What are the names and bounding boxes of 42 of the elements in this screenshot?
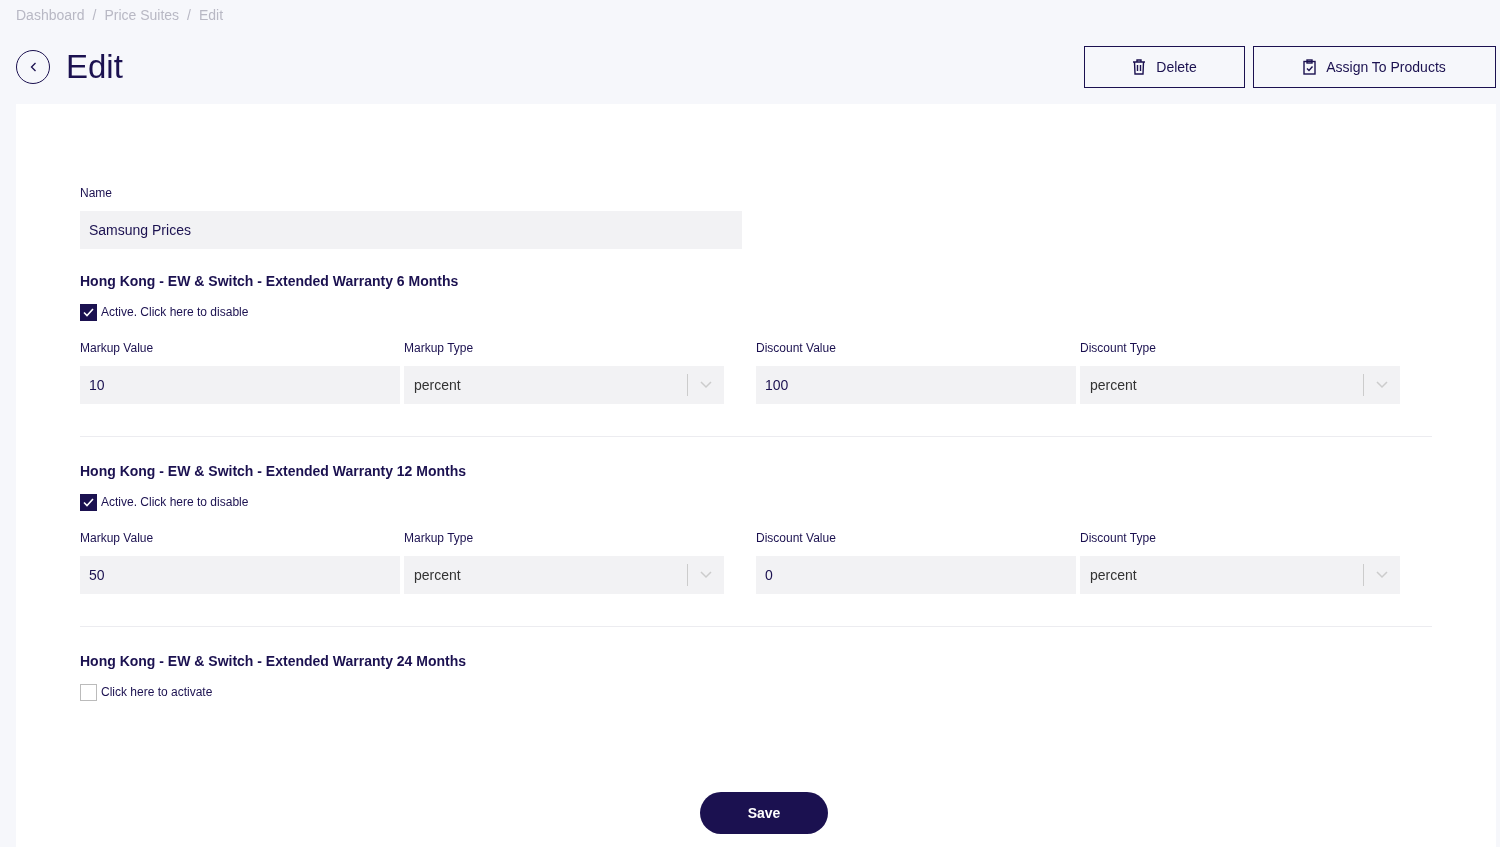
field-label: Markup Type <box>404 530 475 547</box>
breadcrumb-separator: / <box>92 5 97 25</box>
delete-button[interactable]: Delete <box>1084 46 1245 88</box>
save-button[interactable]: Save <box>700 792 828 834</box>
input-field[interactable]: 10 <box>80 366 400 404</box>
chevron-down-icon <box>1376 381 1388 389</box>
field-label: Discount Value <box>756 340 837 357</box>
trash-icon <box>1132 59 1147 75</box>
checkbox-label: Click here to activate <box>101 684 213 701</box>
select-field[interactable]: percent <box>1080 366 1400 404</box>
field-label: Discount Type <box>1080 530 1157 547</box>
check-icon <box>83 307 94 317</box>
select-field[interactable]: percent <box>404 366 724 404</box>
input-field[interactable]: 100 <box>756 366 1076 404</box>
select-field[interactable]: percent <box>404 556 724 594</box>
field-label: Name <box>80 185 113 202</box>
input-field[interactable]: 50 <box>80 556 400 594</box>
checkbox-label: Active. Click here to disable <box>101 304 249 321</box>
check-icon <box>83 497 94 507</box>
input-field[interactable]: 0 <box>756 556 1076 594</box>
field-label: Markup Value <box>80 530 155 547</box>
chevron-down-icon <box>700 381 712 389</box>
chevron-down-icon <box>700 571 712 579</box>
breadcrumb-separator: / <box>187 5 191 25</box>
field-label: Discount Type <box>1080 340 1157 357</box>
assign-button[interactable]: Assign To Products <box>1253 46 1496 88</box>
checkbox-label: Active. Click here to disable <box>101 494 249 511</box>
checkbox[interactable] <box>80 493 97 511</box>
section-title: Hong Kong - EW & Switch - Extended Warranty 12 Months <box>80 462 468 481</box>
section-title: Hong Kong - EW & Switch - Extended Warranty 6 Months <box>80 272 460 291</box>
checkbox[interactable] <box>80 303 97 321</box>
name-input[interactable]: Samsung Prices <box>80 211 742 249</box>
chevron-down-icon <box>1376 571 1388 579</box>
clipboard-check-icon <box>1303 59 1317 75</box>
section-title: Hong Kong - EW & Switch - Extended Warranty 24 Months <box>80 652 468 671</box>
field-label: Discount Value <box>756 530 837 547</box>
field-label: Markup Type <box>404 340 475 357</box>
page-title: Edit <box>66 47 123 88</box>
chevron-left-icon <box>29 62 37 72</box>
select-field[interactable]: percent <box>1080 556 1400 594</box>
checkbox[interactable] <box>80 683 97 701</box>
field-label: Markup Value <box>80 340 155 357</box>
